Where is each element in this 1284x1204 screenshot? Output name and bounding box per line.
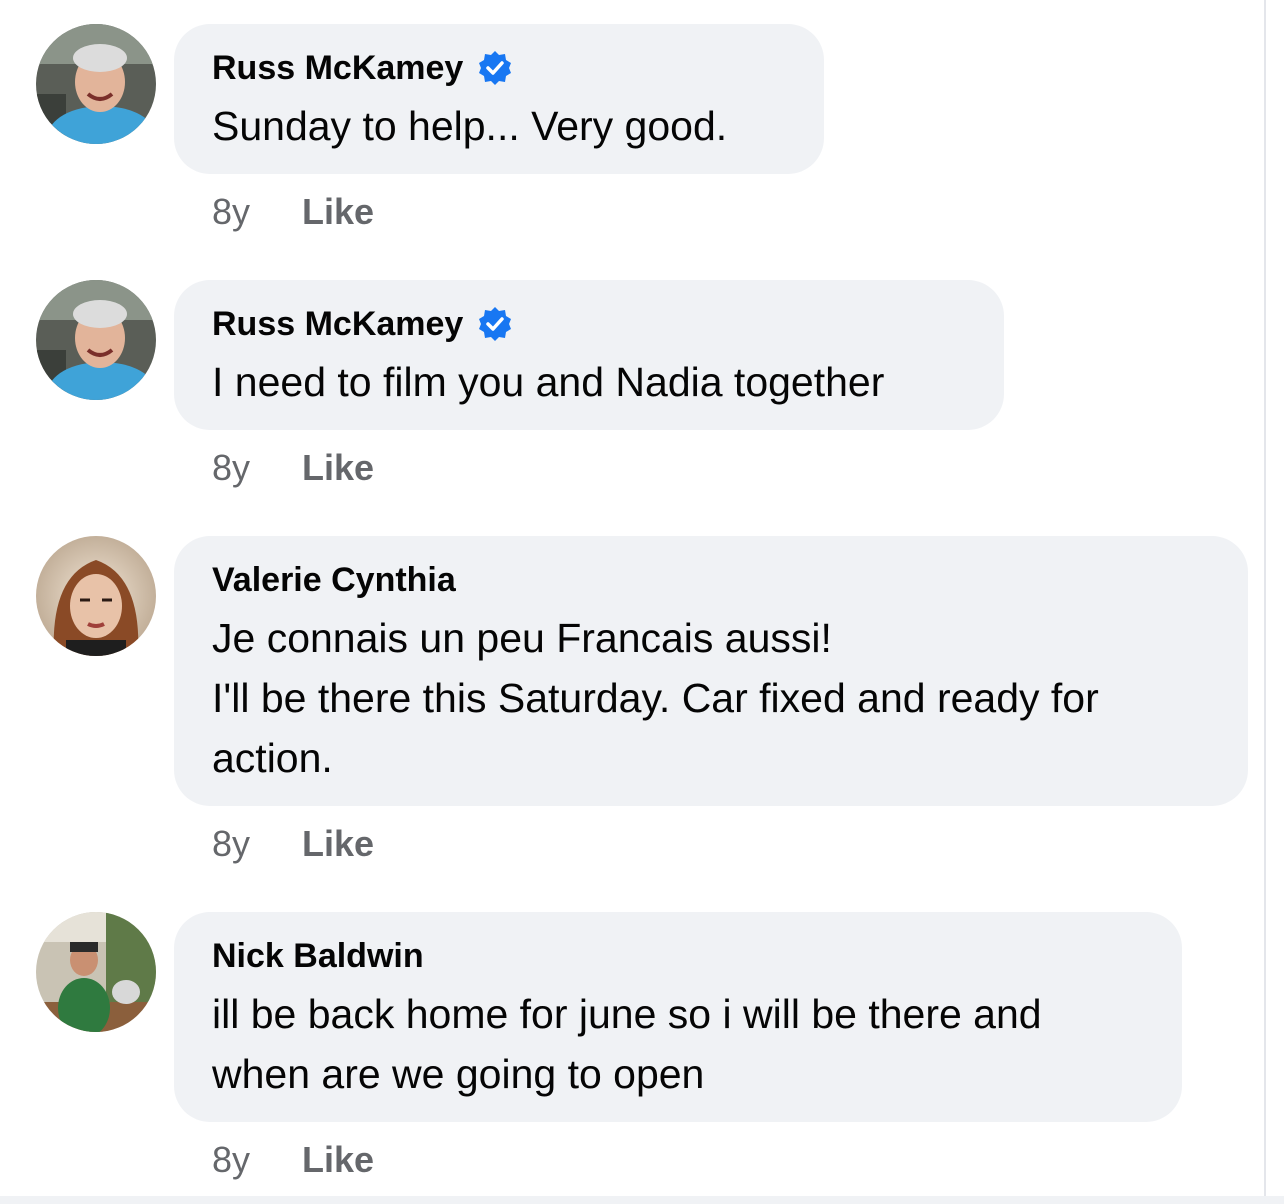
comment-text-line: I need to film you and Nadia together <box>212 359 885 405</box>
comment-author[interactable]: Russ McKamey <box>212 302 966 346</box>
comment-text-line: when are we going to open <box>212 1051 705 1097</box>
comment-text-line: Je connais un peu Francais aussi! <box>212 615 832 661</box>
verified-badge-icon <box>477 50 513 86</box>
verified-badge-icon <box>477 306 513 342</box>
like-button[interactable]: Like <box>302 190 374 234</box>
comment-author[interactable]: Valerie Cynthia <box>212 558 1210 602</box>
bottom-divider <box>0 1196 1284 1204</box>
comment-age[interactable]: 8y <box>212 822 250 866</box>
comment-meta: 8y Like <box>212 190 374 234</box>
avatar[interactable] <box>36 24 156 144</box>
comment-bubble: Nick Baldwin ill be back home for june s… <box>174 912 1182 1122</box>
comment-bubble: Russ McKamey Sunday to help... Very good… <box>174 24 824 174</box>
comment-age[interactable]: 8y <box>212 1138 250 1182</box>
like-button[interactable]: Like <box>302 446 374 490</box>
comment-meta: 8y Like <box>212 822 374 866</box>
comment-text: Je connais un peu Francais aussi! I'll b… <box>212 608 1210 788</box>
comment-meta: 8y Like <box>212 446 374 490</box>
comment-author[interactable]: Russ McKamey <box>212 46 786 90</box>
comment-age[interactable]: 8y <box>212 190 250 234</box>
comment-age[interactable]: 8y <box>212 446 250 490</box>
author-name[interactable]: Russ McKamey <box>212 46 463 90</box>
comment-text: I need to film you and Nadia together <box>212 352 966 412</box>
avatar[interactable] <box>36 536 156 656</box>
author-name[interactable]: Russ McKamey <box>212 302 463 346</box>
avatar[interactable] <box>36 280 156 400</box>
comment-bubble: Russ McKamey I need to film you and Nadi… <box>174 280 1004 430</box>
comment-text: Sunday to help... Very good. <box>212 96 786 156</box>
author-name[interactable]: Valerie Cynthia <box>212 558 456 602</box>
comment-meta: 8y Like <box>212 1138 374 1182</box>
avatar[interactable] <box>36 912 156 1032</box>
comment-text: ill be back home for june so i will be t… <box>212 984 1144 1104</box>
comment-text-line: Sunday to help... Very good. <box>212 103 728 149</box>
comment-text-line: action. <box>212 735 333 781</box>
comment-bubble: Valerie Cynthia Je connais un peu Franca… <box>174 536 1248 806</box>
comment-text-line: I'll be there this Saturday. Car fixed a… <box>212 675 1099 721</box>
author-name[interactable]: Nick Baldwin <box>212 934 424 978</box>
comment-text-line: ill be back home for june so i will be t… <box>212 991 1042 1037</box>
like-button[interactable]: Like <box>302 1138 374 1182</box>
comment-author[interactable]: Nick Baldwin <box>212 934 1144 978</box>
scrollbar-track[interactable] <box>1264 0 1284 1204</box>
like-button[interactable]: Like <box>302 822 374 866</box>
